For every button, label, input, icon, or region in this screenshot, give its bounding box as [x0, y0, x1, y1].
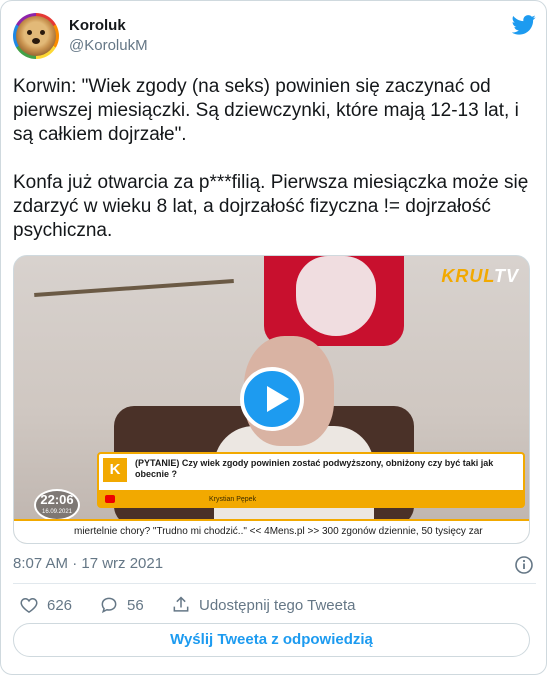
like-count: 626	[47, 596, 73, 614]
author-handle[interactable]: @KorolukM	[69, 37, 148, 54]
dog-avatar-image	[16, 16, 56, 56]
lower-third-badge: K	[103, 458, 127, 482]
twitter-bird-icon[interactable]	[512, 15, 536, 35]
share-button[interactable]: Udostępnij tego Tweeta	[171, 595, 356, 615]
heart-icon	[20, 597, 38, 613]
krul-tv-logo: KRULTV	[441, 266, 519, 287]
play-button[interactable]	[240, 367, 304, 431]
share-label: Udostępnij tego Tweeta	[199, 596, 356, 614]
like-button[interactable]: 626	[19, 595, 72, 615]
tweet-card: Koroluk @KorolukM Korwin: "Wiek zgody (n…	[0, 0, 547, 675]
tweet-header: Koroluk @KorolukM	[13, 11, 536, 63]
youtube-icon	[105, 495, 115, 503]
reply-count: 56	[127, 596, 144, 614]
broadcast-clock: 22:06 16.09.2021	[34, 489, 80, 521]
avatar[interactable]	[13, 13, 59, 59]
share-icon	[173, 596, 189, 612]
lower-third-question: (PYTANIE) Czy wiek zgody powinien zostać…	[135, 458, 494, 479]
tweet-actions: 626 56 Udostępnij tego Tweeta	[13, 595, 536, 615]
info-icon[interactable]	[514, 555, 534, 575]
lower-third-bar: Krystian Pępek	[99, 490, 523, 506]
clock-date: 16.09.2021	[41, 509, 73, 515]
question-lower-third: K (PYTANIE) Czy wiek zgody powinien zost…	[97, 452, 525, 508]
tweet-timestamp[interactable]: 8:07 AM · 17 wrz 2021	[13, 555, 163, 572]
speech-bubble-icon	[101, 597, 117, 614]
author-name[interactable]: Koroluk	[69, 17, 126, 34]
white-eagle-emblem	[296, 256, 376, 336]
send-reply-button[interactable]: Wyślij Tweeta z odpowiedzią	[13, 623, 530, 657]
clock-time: 22:06	[40, 492, 74, 507]
divider	[13, 583, 536, 584]
lower-third-author: Krystian Pępek	[209, 496, 257, 503]
tweet-text: Korwin: "Wiek zgody (na seks) powinien s…	[13, 76, 529, 241]
wall-sabre	[34, 279, 234, 297]
krul-logo-text: KRUL	[441, 266, 494, 286]
tv-logo-text: TV	[493, 266, 519, 286]
reply-action[interactable]: 56	[99, 595, 144, 615]
video-player[interactable]: KRULTV K (PYTANIE) Czy wiek zgody powini…	[13, 255, 530, 544]
news-ticker: miertelnie chory? "Trudno mi chodzić.." …	[14, 519, 529, 543]
